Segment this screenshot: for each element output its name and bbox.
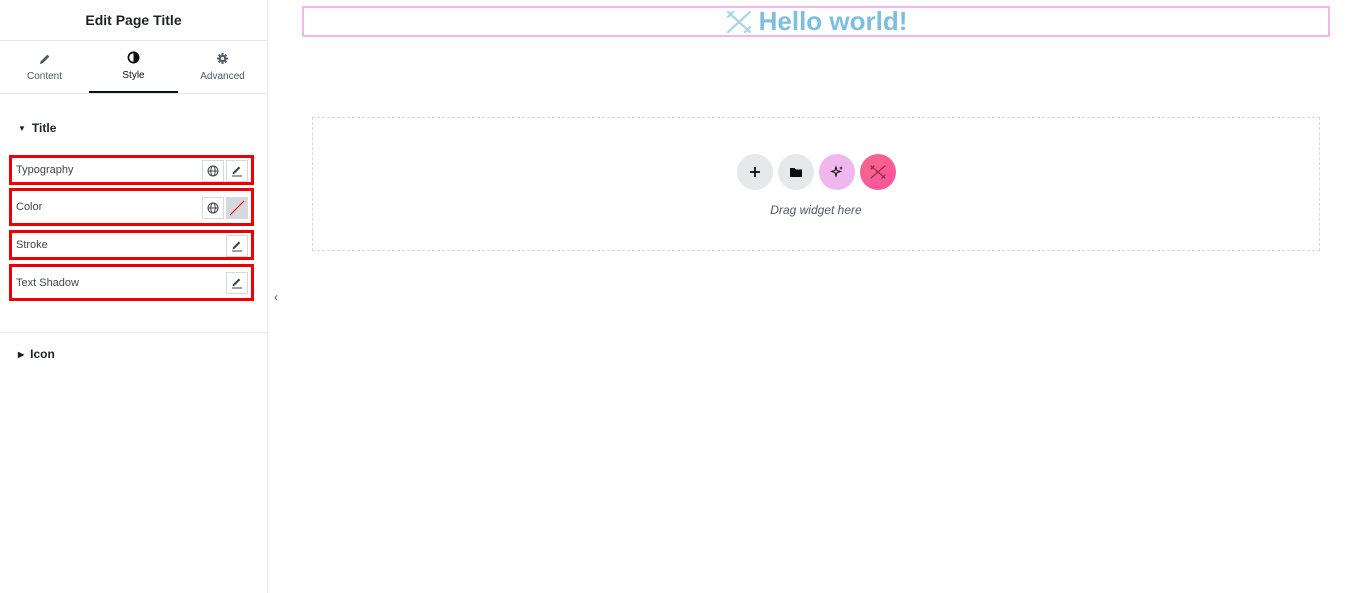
drop-zone[interactable]: Drag widget here: [312, 117, 1320, 251]
color-control[interactable]: Color: [9, 188, 254, 226]
tab-content-label: Content: [26, 70, 63, 82]
tab-advanced-label: Advanced: [200, 71, 245, 82]
text-shadow-label: Text Shadow: [16, 276, 79, 289]
caret-right-icon: ▶: [18, 349, 25, 359]
page-title-text: Hello world!: [758, 6, 908, 36]
tab-style[interactable]: Style: [89, 41, 178, 93]
drop-zone-text: Drag widget here: [770, 203, 862, 217]
tab-style-label: Style: [122, 70, 145, 81]
typography-global-button[interactable]: [202, 160, 224, 182]
editor-panel: Edit Page Title Content Style Advanced ▼…: [0, 0, 268, 593]
tab-content[interactable]: Content: [0, 41, 89, 93]
section-icon-label: Icon: [30, 347, 55, 361]
folder-icon: [789, 168, 802, 177]
section-divider: [0, 332, 268, 333]
tab-advanced[interactable]: Advanced: [178, 41, 267, 93]
brand-widget-button[interactable]: [859, 154, 896, 190]
pencil-icon: [39, 54, 49, 64]
color-swatch-button[interactable]: [226, 197, 248, 219]
section-title-label: Title: [31, 121, 57, 135]
typography-control[interactable]: Typography: [9, 155, 254, 185]
text-shadow-control[interactable]: Text Shadow: [9, 264, 254, 301]
stroke-control[interactable]: Stroke: [9, 230, 254, 260]
edit-icon: [232, 166, 242, 177]
no-color-icon: [229, 200, 245, 216]
plus-icon: [749, 167, 760, 177]
caret-down-icon: ▼: [18, 123, 26, 133]
logo-icon: [869, 165, 886, 179]
x-logo-icon: [726, 10, 751, 33]
half-circle-icon: [127, 51, 140, 64]
edit-icon: [232, 241, 242, 252]
add-template-button[interactable]: [777, 154, 814, 190]
stroke-edit-button[interactable]: [226, 235, 248, 257]
stroke-label: Stroke: [16, 239, 48, 251]
chevron-left-icon: ‹: [274, 290, 278, 304]
typography-edit-button[interactable]: [226, 160, 248, 182]
color-label: Color: [16, 201, 43, 213]
add-section-button[interactable]: [736, 154, 773, 190]
globe-icon: [207, 165, 219, 177]
ai-button[interactable]: [818, 154, 855, 190]
color-global-button[interactable]: [202, 197, 224, 219]
edit-icon: [232, 278, 242, 289]
collapse-panel-button[interactable]: ‹: [268, 276, 284, 318]
section-icon[interactable]: ▶ Icon: [0, 344, 55, 364]
text-shadow-edit-button[interactable]: [226, 272, 248, 294]
panel-title: Edit Page Title: [0, 0, 267, 41]
page-title-widget[interactable]: Hello world!: [302, 6, 1330, 37]
sparkle-icon: [829, 165, 843, 178]
section-title[interactable]: ▼ Title: [0, 118, 56, 138]
typography-label: Typography: [16, 164, 74, 176]
globe-icon: [207, 202, 219, 214]
panel-tabs: Content Style Advanced: [0, 41, 267, 94]
gear-icon: [216, 52, 229, 65]
